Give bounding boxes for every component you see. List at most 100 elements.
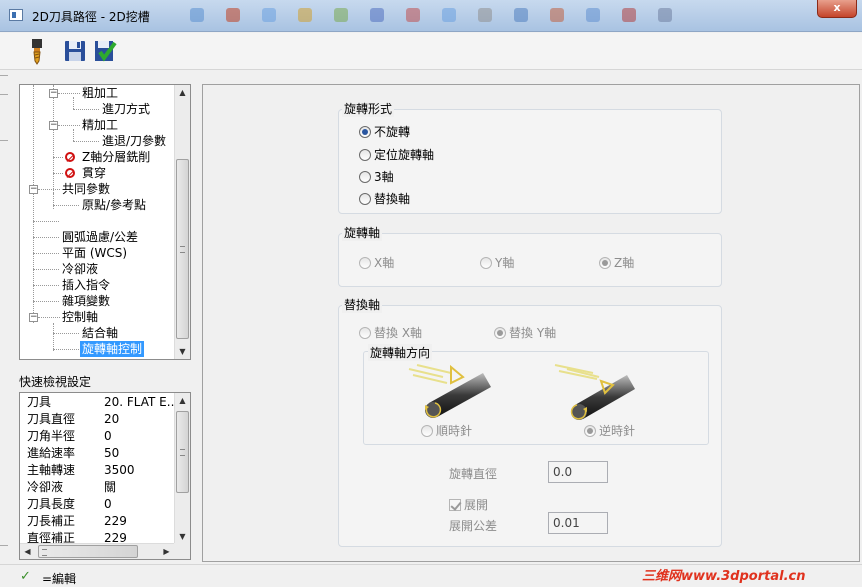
radio-counterclockwise[interactable]: 逆時針 xyxy=(584,422,635,439)
status-text: =編輯 xyxy=(42,572,77,586)
tree-line xyxy=(33,269,59,270)
tree-line xyxy=(53,349,79,350)
tree-item-home-ref-point[interactable]: 原點/參考點 xyxy=(82,197,146,213)
window-title: 2D刀具路徑 - 2D挖槽 xyxy=(32,10,150,24)
tree-line xyxy=(53,323,54,351)
tree-line xyxy=(53,193,54,209)
collapse-toggle[interactable]: − xyxy=(29,185,38,194)
radio-x-axis[interactable]: X軸 xyxy=(359,254,394,271)
tree-line xyxy=(33,253,59,254)
scroll-down-icon[interactable]: ▼ xyxy=(175,344,190,359)
rotation-type-title: 旋轉形式 xyxy=(342,100,395,117)
rotation-diameter-input[interactable]: 0.0 xyxy=(548,461,608,483)
radio-indicator xyxy=(599,256,611,269)
unwrap-tolerance-label: 展開公差 xyxy=(449,519,498,533)
rotary-axis-panel: 旋轉形式 不旋轉 定位旋轉軸 3軸 替換軸 旋轉軸 X軸 Y軸 Z軸 替換軸 替… xyxy=(202,84,860,562)
tree-scrollbar[interactable]: ▲ ▼ xyxy=(174,85,190,359)
collapse-toggle[interactable]: − xyxy=(49,89,58,98)
rotation-direction-title: 旋轉軸方向 xyxy=(368,344,433,361)
tree-item-through[interactable]: 貫穿 xyxy=(82,165,106,181)
tree-line xyxy=(38,189,60,190)
scroll-left-icon[interactable]: ◀ xyxy=(20,544,35,559)
quick-view-row: 刀具直徑 20 xyxy=(27,412,120,426)
tree-item-finishing[interactable]: 精加工 xyxy=(82,117,118,133)
radio-indicator xyxy=(359,326,371,339)
background-taskbar-icons xyxy=(190,8,672,22)
disabled-icon xyxy=(65,152,75,162)
tree-line xyxy=(53,157,63,158)
tree-item-coolant[interactable]: 冷卻液 xyxy=(62,261,98,277)
radio-3-axis[interactable]: 3軸 xyxy=(359,168,394,185)
radio-replace-y-axis[interactable]: 替換 Y軸 xyxy=(494,324,556,341)
tree-item-arc-filter[interactable]: 圓弧過慮/公差 xyxy=(62,229,138,245)
unwrap-tolerance-input[interactable]: 0.01 xyxy=(548,512,608,534)
radio-no-rotation[interactable]: 不旋轉 xyxy=(359,123,410,140)
quick-view-row: 刀長補正 229 xyxy=(27,514,127,528)
replace-axis-title: 替換軸 xyxy=(342,296,383,313)
radio-y-axis[interactable]: Y軸 xyxy=(480,254,514,271)
tree-item-entry-method[interactable]: 進刀方式 xyxy=(102,101,150,117)
tree-item-rotary-axis-control[interactable]: 旋轉軸控制 xyxy=(80,341,145,357)
tree-item-misc-variables[interactable]: 雜項變數 xyxy=(62,293,110,309)
radio-indicator xyxy=(421,424,433,437)
quick-view-hscroll[interactable]: ◀ ▶ xyxy=(20,543,175,559)
tree-line xyxy=(73,141,99,142)
radio-indicator xyxy=(359,170,371,183)
close-button[interactable]: x xyxy=(817,0,857,18)
disabled-icon xyxy=(65,168,75,178)
scroll-down-icon[interactable]: ▼ xyxy=(175,529,190,544)
rotation-axis-title: 旋轉軸 xyxy=(342,224,383,241)
tree-line xyxy=(33,301,59,302)
tree-line xyxy=(73,129,74,141)
tree-item-z-depth-cut[interactable]: Z軸分層銑削 xyxy=(82,149,150,165)
rotation-axis-group xyxy=(338,233,722,287)
save-icon[interactable] xyxy=(62,37,88,65)
quick-view-row: 進給速率 50 xyxy=(27,446,120,460)
tree-item-plane-wcs[interactable]: 平面 (WCS) xyxy=(62,245,127,261)
scroll-thumb[interactable] xyxy=(38,545,138,558)
radio-position-rotary-axis[interactable]: 定位旋轉軸 xyxy=(359,146,434,163)
tree-item-axis-control[interactable]: 控制軸 xyxy=(62,309,98,325)
tree-line xyxy=(33,85,34,323)
quick-view-title: 快速檢視設定 xyxy=(19,375,92,389)
tree-line xyxy=(53,205,79,206)
quick-view-row: 刀具長度 0 xyxy=(27,497,112,511)
tree-item-common-params[interactable]: 共同參數 xyxy=(62,181,110,197)
radio-z-axis[interactable]: Z軸 xyxy=(599,254,634,271)
unwrap-checkbox[interactable]: 展開 xyxy=(449,496,488,513)
divider xyxy=(0,75,8,76)
radio-indicator xyxy=(494,326,506,339)
tree-item-lead-params[interactable]: 進退/刀參數 xyxy=(102,133,166,149)
scroll-thumb[interactable] xyxy=(176,159,189,339)
title-bar: 2D刀具路徑 - 2D挖槽 x xyxy=(0,0,862,32)
app-icon[interactable] xyxy=(9,9,23,21)
clockwise-illustration xyxy=(403,363,493,423)
collapse-toggle[interactable]: − xyxy=(29,313,38,322)
tree-item-roughing[interactable]: 粗加工 xyxy=(82,85,118,101)
tree-line xyxy=(33,221,59,222)
radio-clockwise[interactable]: 順時針 xyxy=(421,422,472,439)
tree-line xyxy=(53,173,63,174)
quick-view-vscroll[interactable]: ▲ ▼ xyxy=(174,393,190,544)
tree-line xyxy=(73,97,74,109)
confirm-icon[interactable] xyxy=(92,37,118,65)
radio-replace-axis[interactable]: 替換軸 xyxy=(359,190,410,207)
quick-view-panel[interactable]: 刀具 20. FLAT E... 刀具直徑 20 刀角半徑 0 進給速率 50 主軸轉速… xyxy=(19,392,191,560)
divider xyxy=(0,94,8,95)
scroll-up-icon[interactable]: ▲ xyxy=(175,85,190,100)
collapse-toggle[interactable]: − xyxy=(49,121,58,130)
scroll-thumb[interactable] xyxy=(176,411,189,493)
divider xyxy=(0,545,8,546)
tool-icon[interactable] xyxy=(24,37,50,65)
radio-indicator xyxy=(480,256,492,269)
scroll-right-icon[interactable]: ▶ xyxy=(159,544,174,559)
counterclockwise-illustration xyxy=(549,363,639,423)
scroll-up-icon[interactable]: ▲ xyxy=(175,393,190,408)
tree-line xyxy=(58,93,80,94)
tree-item-axis-combination[interactable]: 結合軸 xyxy=(82,325,118,341)
operation-tree[interactable]: − 粗加工 進刀方式 − 精加工 進退/刀參數 Z軸分層銑削 貫穿 − 共同參數… xyxy=(19,84,191,360)
tree-item-insert-command[interactable]: 插入指令 xyxy=(62,277,110,293)
quick-view-row: 刀具 20. FLAT E... xyxy=(27,395,179,409)
divider xyxy=(0,140,8,141)
radio-replace-x-axis[interactable]: 替換 X軸 xyxy=(359,324,422,341)
